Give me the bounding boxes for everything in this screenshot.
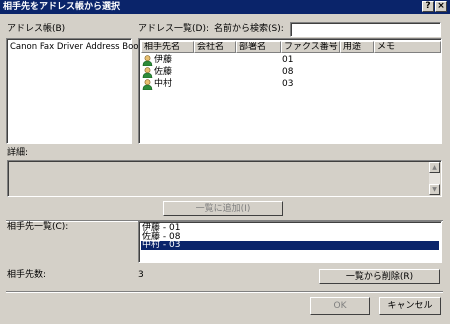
recipient-list[interactable]: 伊藤 - 01 佐藤 - 08 中村 - 03 (138, 221, 442, 263)
column-header-usage[interactable]: 用途 (340, 41, 374, 53)
ok-button[interactable]: OK (310, 297, 370, 315)
list-item-selected[interactable]: 中村 - 03 (141, 241, 439, 250)
list-item[interactable]: 伊藤 - 01 (141, 224, 439, 233)
dialog-window: 相手先をアドレス帳から選択 ? × アドレス帳(B) Canon Fax Dri… (0, 0, 450, 324)
user-icon (142, 67, 153, 78)
recipient-count-value: 3 (138, 270, 144, 280)
column-header-company[interactable]: 会社名 (194, 41, 236, 53)
title-bar[interactable]: 相手先をアドレス帳から選択 ? × (0, 0, 450, 14)
column-header-memo[interactable]: メモ (374, 41, 441, 53)
user-icon (142, 79, 153, 90)
address-list-label: アドレス一覧(D): (138, 24, 209, 34)
column-header-department[interactable]: 部署名 (236, 41, 281, 53)
separator (6, 291, 443, 293)
row-fax: 01 (282, 55, 294, 65)
row-name: 中村 (154, 79, 173, 89)
recipient-list-label: 相手先一覧(C): (7, 222, 69, 232)
search-input[interactable] (290, 22, 441, 37)
row-name: 伊藤 (154, 55, 173, 65)
address-book-list[interactable]: Canon Fax Driver Address Book (6, 38, 143, 144)
column-header-name[interactable]: 相手先名 (141, 41, 194, 53)
column-header-fax[interactable]: ファクス番号 (281, 41, 340, 53)
address-book-label: アドレス帳(B) (7, 24, 66, 34)
row-name: 佐藤 (154, 67, 173, 77)
close-button[interactable]: × (435, 1, 447, 12)
scroll-down-arrow-icon[interactable]: ▼ (429, 184, 440, 195)
remove-from-list-button[interactable]: 一覧から削除(R) (319, 269, 440, 284)
add-to-list-button[interactable]: 一覧に追加(I) (163, 201, 283, 216)
details-scrollbar[interactable]: ▲ ▼ (429, 162, 440, 195)
address-book-item[interactable]: Canon Fax Driver Address Book (10, 41, 143, 53)
recipient-count-label: 相手先数: (7, 270, 47, 280)
row-fax: 03 (282, 79, 294, 89)
details-label: 詳細: (7, 148, 29, 158)
search-label: 名前から検索(S): (214, 24, 284, 34)
scroll-up-arrow-icon[interactable]: ▲ (429, 162, 440, 173)
user-icon (142, 55, 153, 66)
row-fax: 08 (282, 67, 294, 77)
details-box[interactable]: ▲ ▼ (7, 160, 442, 197)
window-title: 相手先をアドレス帳から選択 (3, 2, 121, 12)
address-list-view[interactable]: 相手先名 会社名 部署名 ファクス番号 用途 メモ 伊藤 01 佐藤 08 中村… (138, 38, 442, 144)
cancel-button[interactable]: キャンセル (379, 297, 441, 315)
help-button[interactable]: ? (422, 1, 434, 12)
